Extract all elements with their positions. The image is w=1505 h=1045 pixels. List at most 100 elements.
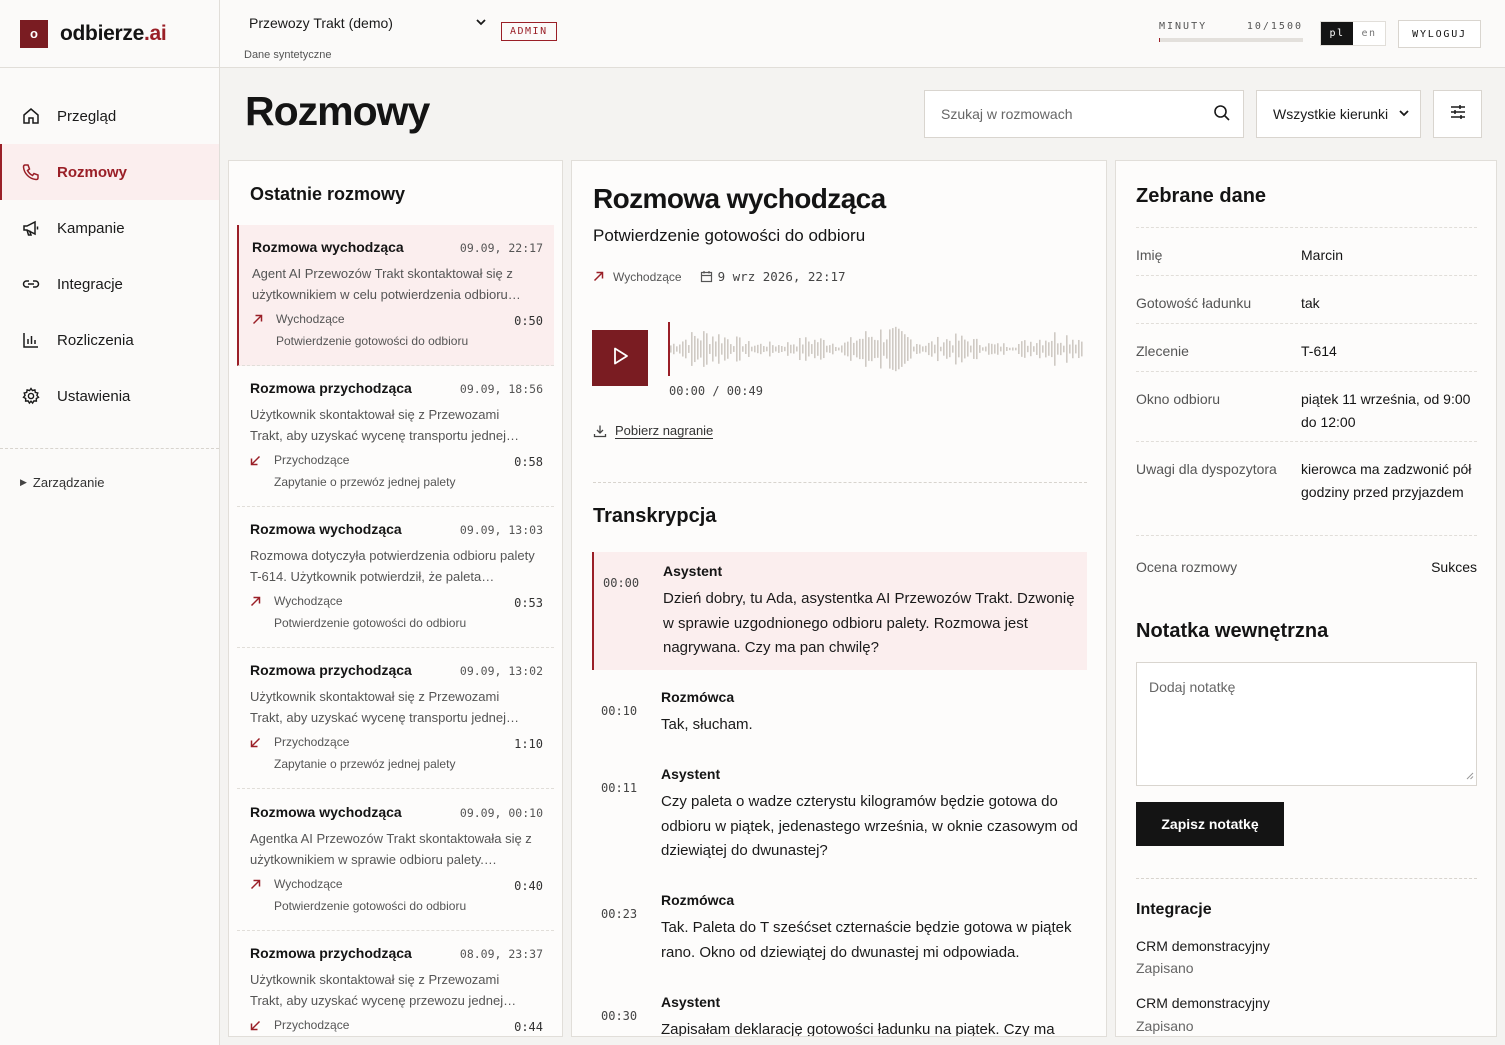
waveform-bar [1024, 340, 1026, 358]
management-toggle[interactable]: ▶ Zarządzanie [0, 449, 219, 490]
save-note-button[interactable]: Zapisz notatkę [1136, 802, 1284, 846]
direction-filter-value: Wszystkie kierunki [1273, 106, 1389, 122]
waveform-bar [988, 343, 990, 355]
waveform-bar [904, 334, 906, 364]
search-placeholder: Szukaj w rozmowach [941, 106, 1073, 122]
field-key: Ocena rozmowy [1136, 559, 1238, 575]
transcript-speaker: Rozmówca [661, 689, 735, 705]
transcript-entry[interactable]: 00:30 Asystent Zapisałam deklarację goto… [592, 983, 1087, 1036]
audio-waveform[interactable] [668, 319, 1088, 379]
nav-item-label: Rozmowy [57, 163, 128, 181]
call-summary: Agent AI Przewozów Trakt skontaktował si… [252, 266, 521, 302]
call-list-item[interactable]: Rozmowa przychodząca 09.09, 13:02 Użytko… [237, 648, 554, 789]
transcript-text: Tak, słucham. [661, 716, 753, 733]
waveform-bar [997, 343, 999, 355]
search-input[interactable]: Szukaj w rozmowach [924, 90, 1244, 138]
internal-note-input[interactable]: Dodaj notatkę [1136, 662, 1477, 786]
play-button[interactable] [592, 330, 648, 386]
transcript-speaker: Asystent [661, 766, 721, 782]
integrations-title: Integracje [1136, 901, 1212, 918]
call-title: Rozmowa przychodząca [250, 380, 412, 396]
call-list-item[interactable]: Rozmowa wychodząca 09.09, 00:10 Agentka … [237, 790, 554, 931]
waveform-bar [841, 345, 843, 353]
nav-item-rozmowy[interactable]: Rozmowy [0, 144, 219, 200]
call-time: 09.09, 18:56 [459, 382, 543, 396]
note-placeholder: Dodaj notatkę [1149, 679, 1236, 695]
call-list-item[interactable]: Rozmowa przychodząca 09.09, 18:56 Użytko… [237, 366, 554, 507]
waveform-bar [871, 336, 873, 362]
direction-filter-select[interactable]: Wszystkie kierunki [1256, 90, 1421, 138]
call-topic: Potwierdzenie gotowości do odbioru [276, 334, 469, 348]
waveform-bar [913, 346, 915, 352]
transcript-entry[interactable]: 00:10 Rozmówca Tak, słucham. [592, 678, 1087, 744]
waveform-bar [970, 345, 972, 353]
waveform-bar [892, 328, 894, 370]
waveform-bar [838, 347, 840, 351]
waveform-bar [703, 331, 705, 367]
waveform-bar [1075, 344, 1077, 354]
nav-item-kampanie[interactable]: Kampanie [0, 200, 219, 256]
organization-select[interactable]: Przewozy Trakt (demo) [249, 15, 487, 31]
waveform-bar [739, 337, 741, 361]
nav-item-label: Ustawienia [57, 387, 131, 405]
download-recording-link[interactable]: Pobierz nagranie [593, 423, 714, 439]
playhead-cursor[interactable] [668, 322, 670, 376]
call-direction: Wychodzące [274, 877, 343, 891]
call-topic: Potwierdzenie gotowości do odbioru [274, 616, 467, 630]
call-time: 09.09, 13:02 [459, 664, 543, 678]
transcript-time: 00:00 [603, 576, 640, 590]
nav-item-rozliczenia[interactable]: Rozliczenia [0, 312, 219, 368]
transcript-entry[interactable]: 00:11 Asystent Czy paleta o wadze cztery… [592, 755, 1087, 870]
waveform-bar [850, 337, 852, 361]
lang-pl-button[interactable]: pl [1321, 22, 1353, 45]
logo[interactable]: o odbierze.ai [0, 0, 219, 68]
sliders-icon [1449, 103, 1467, 126]
waveform-bar [778, 345, 780, 353]
waveform-bar [1060, 342, 1062, 356]
transcript-time: 00:23 [601, 907, 638, 921]
logout-button[interactable]: WYLOGUJ [1398, 20, 1481, 48]
nav-item-integracje[interactable]: Integracje [0, 256, 219, 312]
nav-item-przeglad[interactable]: Przegląd [0, 88, 219, 144]
call-list-item[interactable]: Rozmowa wychodząca 09.09, 22:17 Agent AI… [237, 225, 554, 366]
field-key: Uwagi dla dyspozytora [1136, 461, 1277, 477]
waveform-bar [796, 346, 798, 352]
waveform-bar [1072, 339, 1074, 359]
call-duration: 0:53 [514, 596, 543, 610]
lang-en-button[interactable]: en [1353, 22, 1385, 45]
waveform-bar [1081, 341, 1083, 357]
waveform-bar [784, 346, 786, 352]
call-topic: Potwierdzenie gotowości do odbioru [274, 899, 467, 913]
outgoing-arrow-icon [593, 271, 604, 282]
waveform-bar [1063, 345, 1065, 353]
waveform-bar [1078, 339, 1080, 359]
waveform-bar [721, 343, 723, 355]
nav-item-ustawienia[interactable]: Ustawienia [0, 368, 219, 424]
call-time: 08.09, 23:37 [459, 947, 543, 961]
call-direction: Wychodzące [274, 594, 343, 608]
call-list-item[interactable]: Rozmowa przychodząca 08.09, 23:37 Użytko… [237, 931, 554, 1036]
waveform-bar [814, 339, 816, 359]
transcript-entry[interactable]: 00:23 Rozmówca Tak. Paleta do T sześćset… [592, 881, 1087, 973]
transcript-entry[interactable]: 00:00 Asystent Dzień dobry, tu Ada, asys… [592, 552, 1087, 670]
waveform-bar [736, 336, 738, 362]
transcript-speaker: Asystent [661, 994, 721, 1010]
waveform-bar [772, 345, 774, 353]
recent-calls-panel: Ostatnie rozmowy Rozmowa wychodząca 09.0… [228, 160, 563, 1037]
call-list-item[interactable]: Rozmowa wychodząca 09.09, 13:03 Rozmowa … [237, 507, 554, 648]
call-meta: Wychodzące 9 wrz 2026, 22:17 [593, 269, 846, 284]
play-icon [609, 345, 631, 372]
filters-button[interactable] [1433, 90, 1482, 138]
waveform-bar [994, 344, 996, 354]
waveform-bar [673, 343, 675, 355]
link-icon [20, 273, 42, 295]
waveform-bar [967, 341, 969, 357]
organization-subtitle: Dane syntetyczne [244, 49, 332, 61]
organization-name: Przewozy Trakt (demo) [249, 15, 393, 31]
waveform-bar [751, 346, 753, 352]
waveform-bar [760, 343, 762, 355]
waveform-bar [874, 339, 876, 359]
transcript-text: Tak. Paleta do T sześćset czternaście bę… [661, 919, 1072, 961]
waveform-bar [865, 331, 867, 367]
waveform-bar [1033, 346, 1035, 352]
